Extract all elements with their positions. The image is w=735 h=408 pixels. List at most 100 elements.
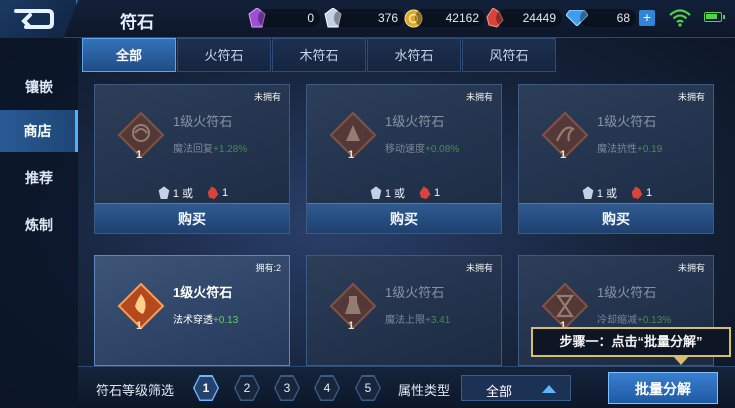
batch-decompose-button[interactable]: 批量分解: [608, 372, 718, 404]
silver-crystal-value: 376: [334, 9, 404, 27]
red-cost: 1: [222, 187, 229, 199]
level-filter-3[interactable]: 3: [274, 375, 300, 401]
red-crystal-icon: [207, 186, 219, 199]
rune-name: 1级火符石: [385, 285, 445, 300]
attribute-label: 移动速度: [385, 144, 425, 155]
level-filter-4[interactable]: 4: [314, 375, 340, 401]
attribute-label: 冷却缩减: [597, 315, 637, 326]
rune-card[interactable]: 未拥有 1 1级火符石 魔法上限+3.41: [306, 255, 502, 366]
silver-crystal-icon: [158, 186, 170, 199]
rune-card[interactable]: 未拥有 1 1级火符石 魔法抗性+0.19 1 或 1 购买: [518, 84, 714, 234]
rune-level: 1: [348, 149, 355, 161]
price-row: 1 或 1: [519, 185, 715, 201]
ownership-status: 未拥有: [465, 92, 493, 102]
red-crystal-icon: [631, 186, 643, 199]
rune-attribute: 魔法上限+3.41: [385, 311, 450, 326]
level-number: 4: [315, 376, 339, 400]
level-number: 5: [356, 376, 380, 400]
purple-crystal-counter: 0: [248, 8, 320, 28]
attribute-bonus: +0.13%: [637, 315, 672, 326]
tab-fire[interactable]: 火符石: [177, 38, 271, 72]
rune-attribute: 魔法抗性+0.19: [597, 140, 662, 155]
top-bar: 符石 0 376 42162 24449 68 +: [0, 0, 735, 38]
diamond-counter: 68 +: [566, 8, 655, 28]
attribute-type-select[interactable]: 全部: [461, 375, 571, 401]
buy-button[interactable]: 购买: [95, 203, 289, 233]
attribute-label: 法术穿透: [173, 315, 213, 326]
filter-bar: 符石等级筛选 1 2 3 4 5 属性类型 全部 批量分解: [78, 366, 735, 408]
tab-wind[interactable]: 风符石: [462, 38, 556, 72]
level-filter-1[interactable]: 1: [193, 375, 219, 401]
red-cost: 1: [434, 187, 441, 199]
silver-crystal-icon: [370, 186, 382, 199]
rune-name: 1级火符石: [597, 285, 657, 300]
red-crystal-value: 24449: [496, 9, 562, 27]
tutorial-tooltip: 步骤一：点击“批量分解”: [531, 327, 731, 365]
price-row: 1 或 1: [307, 185, 503, 201]
sidebar-item-shop[interactable]: 商店: [0, 110, 78, 152]
rune-level: 1: [136, 320, 143, 332]
page-title: 符石: [120, 13, 154, 32]
wifi-icon: [669, 9, 691, 27]
rune-attribute: 冷却缩减+0.13%: [597, 311, 671, 326]
attribute-bonus: +1.28%: [213, 144, 248, 155]
tab-all[interactable]: 全部: [82, 38, 176, 72]
red-crystal-icon: [419, 186, 431, 199]
sidebar-item-inlay[interactable]: 镶嵌: [0, 66, 78, 108]
purple-crystal-value: 0: [258, 9, 320, 27]
level-filter-5[interactable]: 5: [355, 375, 381, 401]
attribute-bonus: +0.19: [637, 144, 663, 155]
attribute-label: 魔法上限: [385, 315, 425, 326]
back-button[interactable]: [0, 0, 78, 38]
rune-level: 1: [136, 149, 143, 161]
battery-icon: [704, 12, 725, 22]
caret-up-icon: [542, 385, 556, 393]
tab-water[interactable]: 水符石: [367, 38, 461, 72]
silver-crystal-icon: [582, 186, 594, 199]
attribute-type-label: 属性类型: [398, 383, 451, 398]
ownership-status: 未拥有: [465, 263, 493, 273]
silver-crystal-counter: 376: [324, 8, 404, 28]
ownership-status: 未拥有: [253, 92, 281, 102]
level-number: 1: [194, 376, 218, 400]
attribute-type-value: 全部: [486, 384, 513, 399]
attribute-label: 魔法回复: [173, 144, 213, 155]
ownership-status: 拥有:2: [255, 263, 281, 273]
rune-name: 1级火符石: [173, 114, 233, 129]
attribute-bonus: +3.41: [425, 315, 451, 326]
price-row: 1 或 1: [95, 185, 291, 201]
ownership-status: 未拥有: [677, 92, 705, 102]
rune-card[interactable]: 未拥有 1 1级火符石 移动速度+0.08% 1 或 1 购买: [306, 84, 502, 234]
back-arrow-icon: [14, 9, 54, 29]
level-number: 2: [235, 376, 259, 400]
rune-type-tabs: 全部 火符石 木符石 水符石 风符石: [82, 38, 557, 72]
tab-wood[interactable]: 木符石: [272, 38, 366, 72]
diamond-value: 68: [580, 9, 636, 27]
sidebar: 镶嵌 商店 推荐 炼制: [0, 38, 78, 408]
rune-attribute: 法术穿透+0.13: [173, 311, 238, 326]
rune-level: 1: [348, 320, 355, 332]
sidebar-item-recommend[interactable]: 推荐: [0, 157, 78, 199]
silver-cost: 1 或: [384, 188, 406, 200]
rune-name: 1级火符石: [597, 114, 657, 129]
gold-coin-value: 42162: [415, 9, 485, 27]
buy-button[interactable]: 购买: [307, 203, 501, 233]
attribute-label: 魔法抗性: [597, 144, 637, 155]
level-number: 3: [275, 376, 299, 400]
rune-level: 1: [560, 149, 567, 161]
attribute-bonus: +0.13: [213, 315, 239, 326]
silver-cost: 1 或: [172, 188, 194, 200]
silver-cost: 1 或: [596, 188, 618, 200]
rune-card[interactable]: 未拥有 1 1级火符石 魔法回复+1.28% 1 或 1 购买: [94, 84, 290, 234]
add-diamond-button[interactable]: +: [639, 10, 655, 26]
level-filter-2[interactable]: 2: [234, 375, 260, 401]
rune-name: 1级火符石: [173, 285, 233, 300]
attribute-bonus: +0.08%: [425, 144, 460, 155]
buy-button[interactable]: 购买: [519, 203, 713, 233]
ownership-status: 未拥有: [677, 263, 705, 273]
level-filter-label: 符石等级筛选: [96, 383, 175, 398]
sidebar-item-craft[interactable]: 炼制: [0, 204, 78, 246]
rune-attribute: 魔法回复+1.28%: [173, 140, 247, 155]
rune-name: 1级火符石: [385, 114, 445, 129]
rune-card[interactable]: 拥有:2 1 1级火符石 法术穿透+0.13: [94, 255, 290, 366]
